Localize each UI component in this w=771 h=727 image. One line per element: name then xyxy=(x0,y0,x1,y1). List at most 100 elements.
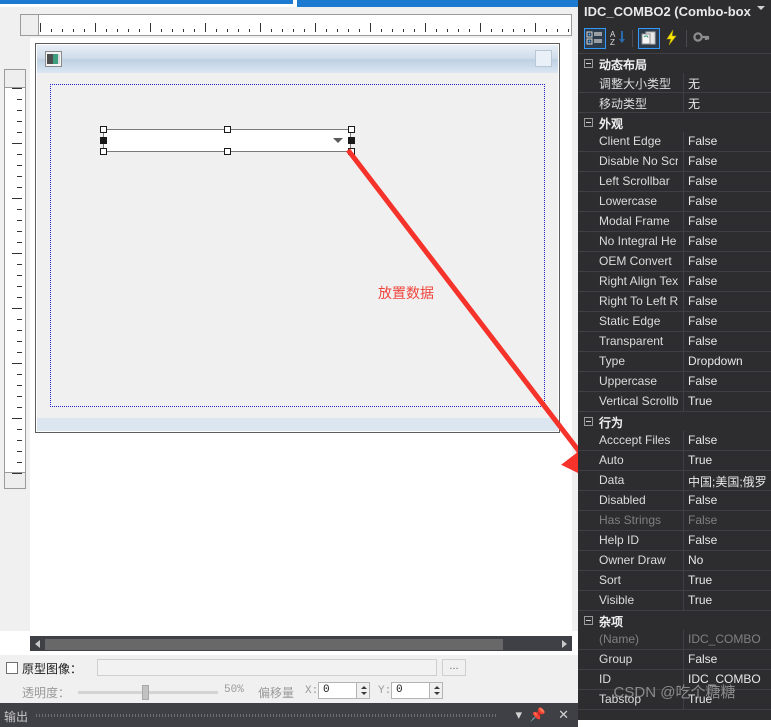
dialog-close-button[interactable] xyxy=(535,50,552,67)
property-row[interactable]: Right To Left R False xyxy=(578,292,771,312)
categorized-view-icon[interactable] xyxy=(584,28,606,49)
property-value[interactable]: True xyxy=(688,453,769,467)
chevron-down-icon[interactable] xyxy=(757,6,765,10)
property-row[interactable]: 调整大小类型 无 xyxy=(578,73,771,93)
property-row[interactable]: Disabled False xyxy=(578,491,771,511)
property-category[interactable]: 外观 xyxy=(578,113,771,132)
property-category[interactable]: 行为 xyxy=(578,412,771,431)
property-value[interactable]: No xyxy=(688,553,769,567)
collapse-toggle-icon[interactable] xyxy=(584,417,593,426)
collapse-toggle-icon[interactable] xyxy=(584,59,593,68)
property-value[interactable]: True xyxy=(688,573,769,587)
property-value[interactable]: False xyxy=(688,174,769,188)
property-value[interactable]: False xyxy=(688,294,769,308)
property-value[interactable]: True xyxy=(688,593,769,607)
chevron-down-icon[interactable]: ▾ xyxy=(515,707,522,723)
property-row[interactable]: No Integral He False xyxy=(578,232,771,252)
offset-y-spin-buttons[interactable] xyxy=(429,683,442,698)
property-row[interactable]: Acccept Files False xyxy=(578,431,771,451)
property-row[interactable]: Lowercase False xyxy=(578,192,771,212)
dialog-preview[interactable] xyxy=(35,43,560,433)
events-lightning-icon[interactable] xyxy=(662,28,684,49)
property-row[interactable]: Client Edge False xyxy=(578,132,771,152)
property-value[interactable]: False xyxy=(688,493,769,507)
property-row[interactable]: Static Edge False xyxy=(578,312,771,332)
pin-icon[interactable]: 📌 xyxy=(530,707,546,723)
prototype-image-path-input[interactable] xyxy=(97,659,437,676)
opacity-slider-knob[interactable] xyxy=(142,685,149,700)
canvas-horizontal-scrollbar[interactable] xyxy=(30,636,572,651)
property-pages-icon[interactable] xyxy=(638,28,660,49)
dialog-client-area[interactable] xyxy=(37,73,558,418)
property-value[interactable]: False xyxy=(688,214,769,228)
property-row[interactable]: Modal Frame False xyxy=(578,212,771,232)
property-value[interactable]: False xyxy=(688,433,769,447)
property-row[interactable]: Sort True xyxy=(578,571,771,591)
property-row[interactable]: Help ID False xyxy=(578,531,771,551)
prototype-image-browse-button[interactable]: ... xyxy=(442,659,466,676)
property-row[interactable]: Owner Draw No xyxy=(578,551,771,571)
prototype-image-checkbox[interactable] xyxy=(6,662,18,674)
property-value[interactable]: Dropdown xyxy=(688,354,769,368)
property-value[interactable]: 中国;美国;俄罗 xyxy=(688,473,769,490)
properties-grid[interactable]: 动态布局 调整大小类型无移动类型无外观 Client Edge False Disabl… xyxy=(578,54,771,710)
property-value[interactable]: False xyxy=(688,234,769,248)
alphabetical-sort-icon[interactable]: A Z xyxy=(608,28,630,49)
resize-handle-e[interactable] xyxy=(348,137,355,144)
collapse-toggle-icon[interactable] xyxy=(584,616,593,625)
property-value[interactable]: False xyxy=(688,134,769,148)
property-row[interactable]: 移动类型 无 xyxy=(578,93,771,113)
property-value[interactable]: False xyxy=(688,533,769,547)
property-category[interactable]: 动态布局 xyxy=(578,54,771,73)
property-value[interactable]: False xyxy=(688,274,769,288)
property-row[interactable]: OEM Convert False xyxy=(578,252,771,272)
property-row[interactable]: Left Scrollbar False xyxy=(578,172,771,192)
resize-handle-n[interactable] xyxy=(224,126,231,133)
property-value[interactable]: IDC_COMBO xyxy=(688,632,769,646)
property-value[interactable]: False xyxy=(688,513,769,527)
offset-y-stepper[interactable]: 0 xyxy=(391,682,443,699)
property-row[interactable]: Has Strings False xyxy=(578,511,771,531)
property-row[interactable]: Data 中国;美国;俄罗 xyxy=(578,471,771,491)
design-canvas[interactable] xyxy=(30,38,572,631)
collapse-toggle-icon[interactable] xyxy=(584,118,593,127)
property-row[interactable]: Type Dropdown xyxy=(578,352,771,372)
property-value[interactable]: False xyxy=(688,194,769,208)
property-row[interactable]: Auto True xyxy=(578,451,771,471)
property-value[interactable]: 无 xyxy=(688,95,769,112)
scroll-right-arrow-icon[interactable] xyxy=(562,640,567,648)
property-row[interactable]: Uppercase False xyxy=(578,372,771,392)
opacity-slider[interactable] xyxy=(78,685,218,700)
property-value[interactable]: False xyxy=(688,154,769,168)
property-row[interactable]: Vertical Scrollb True xyxy=(578,392,771,412)
scrollbar-thumb[interactable] xyxy=(45,639,503,650)
property-value[interactable]: True xyxy=(688,394,769,408)
property-value[interactable]: False xyxy=(688,314,769,328)
property-category[interactable]: 杂项 xyxy=(578,611,771,630)
property-value[interactable]: False xyxy=(688,374,769,388)
offset-x-stepper[interactable]: 0 xyxy=(318,682,370,699)
property-row[interactable]: (Name) IDC_COMBO xyxy=(578,630,771,650)
close-icon[interactable]: ✕ xyxy=(558,707,569,723)
property-row[interactable]: Visible True xyxy=(578,591,771,611)
offset-y-value[interactable]: 0 xyxy=(396,684,403,696)
resize-handle-se[interactable] xyxy=(348,148,355,155)
resize-handle-sw[interactable] xyxy=(100,148,107,155)
property-value[interactable]: False xyxy=(688,652,769,666)
property-value[interactable]: False xyxy=(688,254,769,268)
resize-handle-ne[interactable] xyxy=(348,126,355,133)
property-row[interactable]: Disable No Scr False xyxy=(578,152,771,172)
property-value[interactable]: 无 xyxy=(688,75,769,92)
resize-handle-w[interactable] xyxy=(100,137,107,144)
scroll-left-arrow-icon[interactable] xyxy=(35,640,40,648)
property-value[interactable]: False xyxy=(688,334,769,348)
offset-x-spin-buttons[interactable] xyxy=(356,683,369,698)
column-divider xyxy=(683,172,684,191)
offset-x-value[interactable]: 0 xyxy=(323,684,330,696)
property-row[interactable]: Right Align Tex False xyxy=(578,272,771,292)
property-row[interactable]: Transparent False xyxy=(578,332,771,352)
resize-handle-nw[interactable] xyxy=(100,126,107,133)
property-row[interactable]: Group False xyxy=(578,650,771,670)
resize-handle-s[interactable] xyxy=(224,148,231,155)
key-icon[interactable] xyxy=(692,28,714,49)
